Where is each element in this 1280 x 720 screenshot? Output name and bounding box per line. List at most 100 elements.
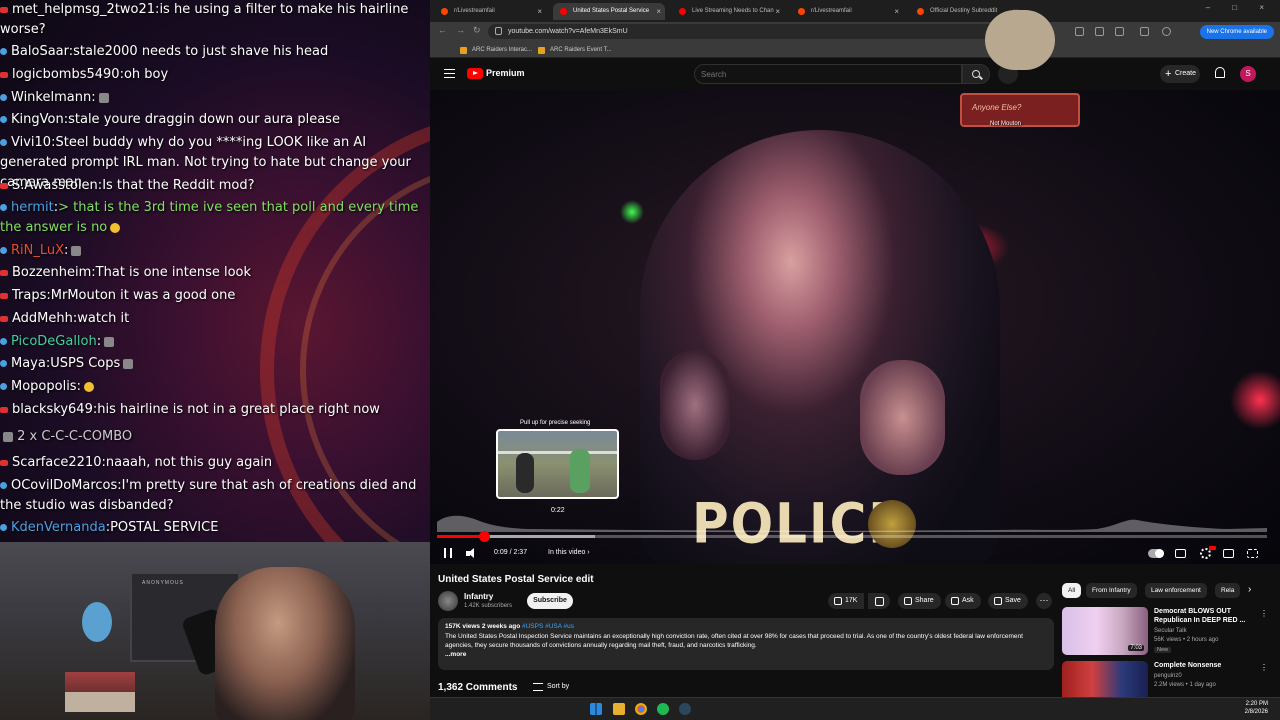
- dislike-button[interactable]: [868, 593, 890, 609]
- chat-username[interactable]: blacksky649: [12, 402, 93, 417]
- system-clock[interactable]: 2:20 PM 2/8/2026: [1245, 700, 1268, 716]
- chat-username[interactable]: KdenVernanda: [11, 520, 106, 535]
- browser-tab[interactable]: Live Streaming Needs to Chan ×: [672, 3, 784, 20]
- view-count: 157K views: [445, 623, 481, 630]
- chat-username[interactable]: Vivi10: [11, 135, 51, 150]
- close-icon[interactable]: ×: [537, 3, 542, 20]
- youtube-brand[interactable]: Premium: [486, 68, 525, 78]
- chat-username[interactable]: logicbombs5490: [12, 67, 120, 82]
- share-label: Share: [915, 597, 934, 604]
- chip-all[interactable]: All: [1062, 583, 1082, 598]
- video-title[interactable]: Complete Nonsense: [1154, 662, 1254, 671]
- search-input[interactable]: [694, 64, 962, 84]
- extensions-puzzle-icon[interactable]: [1115, 27, 1124, 36]
- browser-tab[interactable]: r/Livestreamfail ×: [791, 3, 903, 20]
- chat-emote-icon: [83, 381, 94, 392]
- autoplay-toggle[interactable]: [1148, 549, 1164, 558]
- description-box[interactable]: 157K views 2 weeks ago #USPS #USA #us Th…: [438, 618, 1054, 670]
- chat-username[interactable]: Traps: [12, 288, 46, 303]
- steam-icon[interactable]: [679, 703, 691, 715]
- chat-message: Maya:USPS Cops: [0, 354, 428, 374]
- forward-icon[interactable]: →: [456, 25, 465, 35]
- browser-tab[interactable]: r/Livestreamfail ×: [434, 3, 546, 20]
- notifications-bell-icon[interactable]: [1215, 67, 1225, 78]
- chat-text: Is that the Reddit mod?: [102, 178, 255, 193]
- channel-name[interactable]: penguinz0: [1154, 673, 1182, 679]
- volume-icon[interactable]: [466, 548, 478, 559]
- chevron-right-icon[interactable]: ›: [1248, 584, 1251, 595]
- browser-tab-active[interactable]: United States Postal Service ×: [553, 3, 665, 20]
- kebab-menu-icon[interactable]: ⋮: [1260, 663, 1268, 672]
- profile-icon[interactable]: [1162, 27, 1171, 36]
- chip-related[interactable]: Rela: [1215, 583, 1241, 598]
- more-actions-button[interactable]: ⋯: [1036, 593, 1052, 609]
- subscribe-button[interactable]: Subscribe: [527, 593, 573, 609]
- chat-username[interactable]: AddMehh: [12, 311, 73, 326]
- create-button[interactable]: + Create: [1160, 65, 1200, 83]
- progress-bar[interactable]: [437, 531, 1267, 542]
- chat-username[interactable]: OCovilDoMarcos: [11, 478, 117, 493]
- hamburger-menu-icon[interactable]: [444, 69, 455, 78]
- chat-emote-icon: [71, 245, 82, 256]
- channel-name[interactable]: Secular Talk: [1154, 628, 1187, 634]
- description-more-link[interactable]: ...more: [445, 651, 1047, 658]
- video-title[interactable]: Democrat BLOWS OUT Republican In DEEP RE…: [1154, 608, 1254, 625]
- channel-name[interactable]: Infantry: [464, 592, 493, 601]
- close-icon[interactable]: ×: [894, 3, 899, 20]
- kebab-menu-icon[interactable]: ⋮: [1260, 609, 1268, 618]
- chat-username[interactable]: hermit: [11, 200, 54, 215]
- youtube-icon: [560, 8, 567, 15]
- video-thumbnail[interactable]: 7:03: [1062, 607, 1148, 655]
- chat-username[interactable]: KingVon: [11, 112, 64, 127]
- chat-username[interactable]: Maya: [11, 356, 46, 371]
- account-avatar[interactable]: S: [1240, 66, 1256, 82]
- chat-username[interactable]: BaloSaar: [11, 44, 69, 59]
- update-chrome-button[interactable]: New Chrome available: [1199, 25, 1274, 39]
- fullscreen-icon[interactable]: [1247, 549, 1258, 558]
- windows-start-icon[interactable]: [590, 703, 602, 715]
- share-button[interactable]: Share: [898, 593, 941, 609]
- chip-from-channel[interactable]: From Infantry: [1086, 583, 1137, 598]
- file-explorer-icon[interactable]: [613, 703, 625, 715]
- chat-username[interactable]: Mopopolis: [11, 379, 77, 394]
- chat-username[interactable]: met_helpmsg_2two21: [12, 2, 155, 17]
- chrome-icon[interactable]: [635, 703, 647, 715]
- hashtags[interactable]: #USPS #USA #us: [522, 623, 574, 630]
- chat-username[interactable]: Winkelmann: [11, 90, 91, 105]
- chat-username[interactable]: Bozzenheim: [12, 265, 91, 280]
- chip-law-enforcement[interactable]: Law enforcement: [1145, 583, 1207, 598]
- save-button[interactable]: Save: [988, 593, 1028, 609]
- like-button[interactable]: 17K: [828, 593, 865, 609]
- sidebar-icon[interactable]: [1140, 27, 1149, 36]
- back-icon[interactable]: ←: [438, 25, 447, 35]
- chapter-link[interactable]: In this video ›: [548, 549, 590, 556]
- sort-comments-button[interactable]: Sort by: [533, 682, 569, 692]
- theater-mode-icon[interactable]: [1223, 549, 1234, 558]
- close-icon[interactable]: ×: [656, 3, 661, 20]
- chat-text: USPS Cops: [50, 356, 121, 371]
- youtube-logo-icon[interactable]: [467, 68, 483, 79]
- chat-username[interactable]: RiN_LuX: [11, 243, 64, 258]
- bookmark-item[interactable]: ARC Raiders Event T...: [538, 44, 612, 56]
- video-player[interactable]: POLICE Pull up for precise seeking 0:22: [430, 90, 1280, 564]
- channel-avatar[interactable]: [438, 591, 458, 611]
- spotify-icon[interactable]: [657, 703, 669, 715]
- extension-icon[interactable]: [1095, 27, 1104, 36]
- pause-icon[interactable]: [444, 548, 452, 558]
- chat-username[interactable]: PicoDeGalloh: [11, 334, 97, 349]
- window-controls[interactable]: – □ ×: [1206, 3, 1274, 12]
- chat-username[interactable]: Scarface2210: [12, 455, 101, 470]
- recommended-video[interactable]: 7:03 Democrat BLOWS OUT Republican In DE…: [1062, 607, 1272, 661]
- bookmark-item[interactable]: ARC Raiders Interac...: [460, 44, 532, 56]
- ask-button[interactable]: Ask: [945, 593, 981, 609]
- subtitles-icon[interactable]: [1175, 549, 1186, 558]
- bookmarks-bar: ARC Raiders Interac... ARC Raiders Event…: [430, 42, 1280, 58]
- reload-icon[interactable]: ↻: [473, 25, 481, 36]
- chat-message: Traps:MrMouton it was a good one: [0, 286, 428, 306]
- close-icon[interactable]: ×: [775, 3, 780, 20]
- chat-badge-icon: [0, 482, 7, 489]
- progress-scrub-handle[interactable]: [479, 531, 491, 542]
- chat-username[interactable]: S.Awasstolen: [12, 178, 98, 193]
- chat-separator: :: [76, 379, 81, 394]
- site-info-icon[interactable]: [495, 27, 502, 35]
